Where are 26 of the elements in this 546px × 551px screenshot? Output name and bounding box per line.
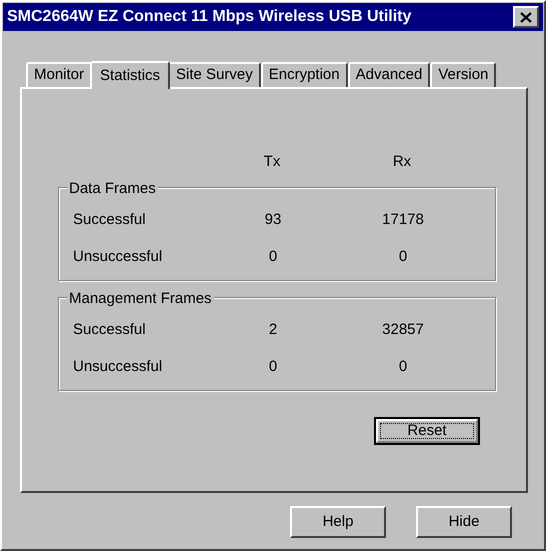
tab[interactable]: Advanced [348, 62, 430, 87]
rx-value: 32857 [381, 320, 425, 340]
row-label: Unsuccessful [72, 357, 164, 378]
column-header: Tx [262, 152, 282, 171]
dialog-button[interactable]: Help [290, 506, 386, 538]
rx-value: 0 [398, 357, 408, 378]
close-icon [520, 12, 532, 22]
tx-value: 0 [268, 247, 278, 268]
tab[interactable]: Encryption [260, 62, 348, 87]
column-header: Rx [392, 152, 412, 171]
tx-value: 2 [268, 320, 278, 340]
reset-button[interactable]: Reset [374, 417, 480, 445]
rx-value: 17178 [381, 210, 425, 230]
tab[interactable]: Monitor [26, 62, 92, 87]
window-title: SMC2664W EZ Connect 11 Mbps Wireless USB Utility [7, 7, 412, 27]
row-label: Successful [72, 210, 147, 230]
close-button[interactable] [513, 6, 539, 28]
tab[interactable]: Version [430, 62, 496, 87]
row-label: Successful [72, 320, 147, 340]
tab[interactable]: Site Survey [168, 62, 261, 87]
tab[interactable]: Statistics [90, 61, 170, 89]
dialog-button[interactable]: Hide [416, 506, 512, 538]
tx-value: 0 [268, 357, 278, 378]
row-label: Unsuccessful [72, 247, 164, 268]
rx-value: 0 [398, 247, 408, 268]
tx-value: 93 [264, 210, 282, 230]
